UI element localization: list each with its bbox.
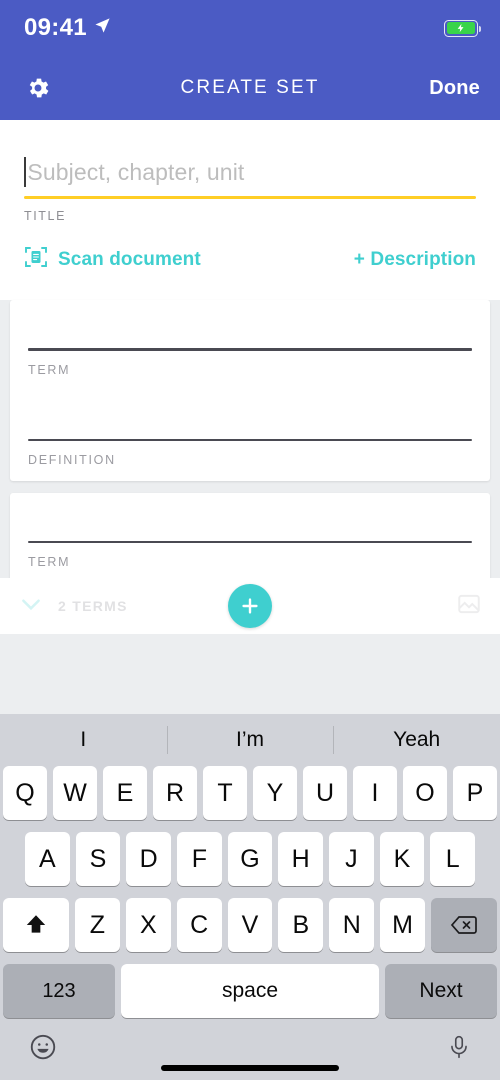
keyboard-row-2: A S D F G H J K L [0,832,500,886]
title-input[interactable]: Subject, chapter, unit [24,148,476,196]
keyboard-row-1: Q W E R T Y U I O P [0,766,500,820]
status-bar-left: 09:41 [24,14,111,42]
home-indicator [161,1065,339,1071]
term-input[interactable] [28,300,472,348]
key-l[interactable]: L [430,832,476,886]
key-x[interactable]: X [125,898,171,952]
key-j[interactable]: J [329,832,374,886]
text-caret [24,157,27,187]
suggestion-item[interactable]: Yeah [333,714,500,766]
backspace-icon[interactable] [431,898,498,952]
key-o[interactable]: O [403,766,447,820]
key-m[interactable]: M [380,898,426,952]
key-q[interactable]: Q [3,766,47,820]
key-a[interactable]: A [24,832,70,886]
key-k[interactable]: K [379,832,425,886]
space-key[interactable]: space [121,964,379,1018]
keyboard-row-4: 123 space Next [0,964,500,1018]
key-b[interactable]: B [278,898,324,952]
keyboard-bottom-row [0,1018,500,1080]
key-u[interactable]: U [303,766,347,820]
shift-arrow-icon[interactable] [3,898,69,952]
title-placeholder: Subject, chapter, unit [27,158,245,185]
app-root: 09:41 CREATE SET Done Subject, chapter, … [0,0,500,1080]
definition-label: DEFINITION [28,452,116,467]
keyboard-row-3: Z X C V B N M [0,898,500,952]
title-field-label: TITLE [24,209,67,224]
term-label: TERM [28,362,71,377]
definition-input[interactable] [28,391,472,439]
suggestion-bar: I I’m Yeah [0,714,500,766]
key-s[interactable]: S [75,832,121,886]
key-f[interactable]: F [177,832,222,886]
status-clock: 09:41 [24,14,87,41]
title-actions-row: Scan document + Description [24,223,476,300]
add-term-button[interactable] [228,584,272,628]
microphone-icon[interactable] [446,1033,472,1066]
key-t[interactable]: T [203,766,247,820]
key-e[interactable]: E [103,766,147,820]
chevron-down-icon[interactable] [18,591,44,622]
key-r[interactable]: R [153,766,197,820]
scan-document-label: Scan document [58,248,201,270]
term-card: TERM DEFINITION [10,300,490,481]
terms-count-label: 2 TERMS [58,598,128,614]
status-bar: 09:41 [0,0,500,56]
location-arrow-icon [94,17,111,39]
key-w[interactable]: W [53,766,97,820]
scan-document-icon [24,245,48,274]
return-key[interactable]: Next [385,964,497,1018]
suggestion-item[interactable]: I’m [166,714,334,766]
header: 09:41 CREATE SET Done [0,0,500,120]
key-p[interactable]: P [453,766,497,820]
page-title: CREATE SET [180,77,320,98]
key-c[interactable]: C [176,898,222,952]
key-n[interactable]: N [329,898,375,952]
scan-document-button[interactable]: Scan document [24,245,201,274]
numbers-key[interactable]: 123 [3,964,115,1018]
title-section: Subject, chapter, unit TITLE Scan docume… [0,120,500,301]
term-input[interactable] [28,493,472,541]
key-h[interactable]: H [278,832,324,886]
key-z[interactable]: Z [75,898,120,952]
title-underline [24,196,476,200]
suggestion-item[interactable]: I [0,714,167,766]
image-icon[interactable] [456,591,482,622]
term-label: TERM [28,554,71,569]
key-v[interactable]: V [227,898,273,952]
nav-bar: CREATE SET Done [0,56,500,120]
key-i[interactable]: I [353,766,397,820]
done-button[interactable]: Done [429,77,480,100]
on-screen-keyboard: I I’m Yeah Q W E R T Y U I O P A S D F G… [0,714,500,1080]
battery-charging-icon [444,19,482,37]
key-g[interactable]: G [227,832,273,886]
emoji-smiley-icon[interactable] [28,1032,58,1067]
key-d[interactable]: D [126,832,171,886]
key-y[interactable]: Y [253,766,297,820]
bottom-toolbar: 2 TERMS [0,578,500,634]
add-description-button[interactable]: + Description [354,249,476,271]
terms-collapse-control[interactable]: 2 TERMS [18,591,128,622]
